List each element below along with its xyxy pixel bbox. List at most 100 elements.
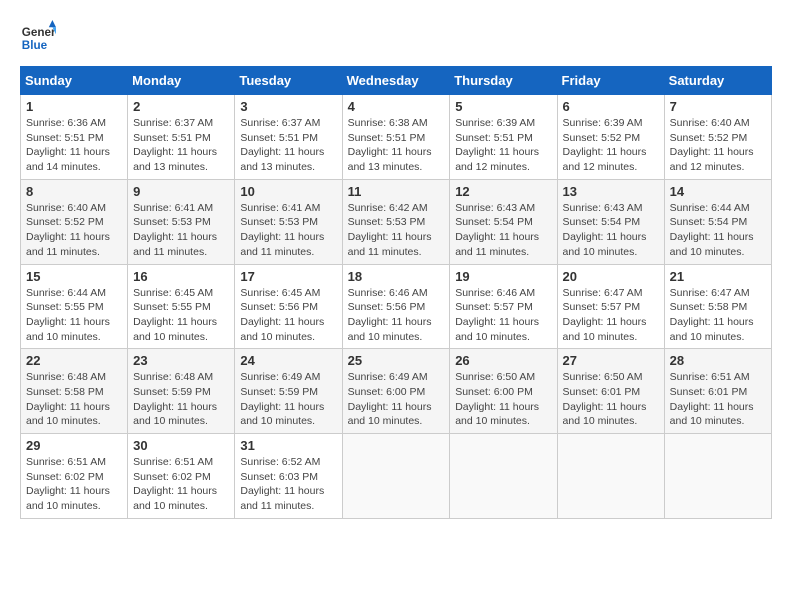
day-info: Sunrise: 6:46 AM Sunset: 5:56 PM Dayligh… [348,286,445,345]
day-info: Sunrise: 6:43 AM Sunset: 5:54 PM Dayligh… [563,201,659,260]
day-number: 18 [348,269,445,284]
calendar-week-3: 15 Sunrise: 6:44 AM Sunset: 5:55 PM Dayl… [21,264,772,349]
calendar-cell: 6 Sunrise: 6:39 AM Sunset: 5:52 PM Dayli… [557,95,664,180]
day-number: 15 [26,269,122,284]
logo: General Blue [20,20,56,56]
calendar-week-2: 8 Sunrise: 6:40 AM Sunset: 5:52 PM Dayli… [21,179,772,264]
day-number: 14 [670,184,766,199]
calendar-cell: 19 Sunrise: 6:46 AM Sunset: 5:57 PM Dayl… [450,264,557,349]
day-info: Sunrise: 6:49 AM Sunset: 6:00 PM Dayligh… [348,370,445,429]
day-info: Sunrise: 6:51 AM Sunset: 6:01 PM Dayligh… [670,370,766,429]
day-number: 16 [133,269,229,284]
calendar-cell: 22 Sunrise: 6:48 AM Sunset: 5:58 PM Dayl… [21,349,128,434]
calendar-cell: 1 Sunrise: 6:36 AM Sunset: 5:51 PM Dayli… [21,95,128,180]
day-number: 27 [563,353,659,368]
calendar-cell: 30 Sunrise: 6:51 AM Sunset: 6:02 PM Dayl… [128,434,235,519]
day-info: Sunrise: 6:36 AM Sunset: 5:51 PM Dayligh… [26,116,122,175]
logo-icon: General Blue [20,20,56,56]
calendar-week-5: 29 Sunrise: 6:51 AM Sunset: 6:02 PM Dayl… [21,434,772,519]
day-number: 26 [455,353,551,368]
day-number: 24 [240,353,336,368]
calendar-cell [557,434,664,519]
day-number: 13 [563,184,659,199]
day-info: Sunrise: 6:48 AM Sunset: 5:59 PM Dayligh… [133,370,229,429]
day-number: 1 [26,99,122,114]
day-info: Sunrise: 6:52 AM Sunset: 6:03 PM Dayligh… [240,455,336,514]
day-number: 11 [348,184,445,199]
calendar-cell: 31 Sunrise: 6:52 AM Sunset: 6:03 PM Dayl… [235,434,342,519]
day-info: Sunrise: 6:50 AM Sunset: 6:01 PM Dayligh… [563,370,659,429]
calendar-cell: 8 Sunrise: 6:40 AM Sunset: 5:52 PM Dayli… [21,179,128,264]
day-header-saturday: Saturday [664,67,771,95]
day-number: 21 [670,269,766,284]
day-number: 5 [455,99,551,114]
day-number: 6 [563,99,659,114]
day-number: 28 [670,353,766,368]
calendar-cell: 13 Sunrise: 6:43 AM Sunset: 5:54 PM Dayl… [557,179,664,264]
calendar-cell: 12 Sunrise: 6:43 AM Sunset: 5:54 PM Dayl… [450,179,557,264]
day-info: Sunrise: 6:42 AM Sunset: 5:53 PM Dayligh… [348,201,445,260]
day-header-tuesday: Tuesday [235,67,342,95]
day-info: Sunrise: 6:45 AM Sunset: 5:55 PM Dayligh… [133,286,229,345]
calendar-cell: 3 Sunrise: 6:37 AM Sunset: 5:51 PM Dayli… [235,95,342,180]
day-number: 7 [670,99,766,114]
day-number: 4 [348,99,445,114]
day-number: 22 [26,353,122,368]
day-number: 17 [240,269,336,284]
day-number: 20 [563,269,659,284]
calendar-week-4: 22 Sunrise: 6:48 AM Sunset: 5:58 PM Dayl… [21,349,772,434]
calendar-cell: 9 Sunrise: 6:41 AM Sunset: 5:53 PM Dayli… [128,179,235,264]
day-number: 19 [455,269,551,284]
calendar-cell: 15 Sunrise: 6:44 AM Sunset: 5:55 PM Dayl… [21,264,128,349]
day-info: Sunrise: 6:47 AM Sunset: 5:57 PM Dayligh… [563,286,659,345]
calendar-cell: 20 Sunrise: 6:47 AM Sunset: 5:57 PM Dayl… [557,264,664,349]
day-info: Sunrise: 6:41 AM Sunset: 5:53 PM Dayligh… [133,201,229,260]
calendar-cell: 27 Sunrise: 6:50 AM Sunset: 6:01 PM Dayl… [557,349,664,434]
svg-text:General: General [22,26,56,39]
day-info: Sunrise: 6:39 AM Sunset: 5:52 PM Dayligh… [563,116,659,175]
day-info: Sunrise: 6:46 AM Sunset: 5:57 PM Dayligh… [455,286,551,345]
day-number: 8 [26,184,122,199]
calendar-cell: 21 Sunrise: 6:47 AM Sunset: 5:58 PM Dayl… [664,264,771,349]
calendar-cell: 5 Sunrise: 6:39 AM Sunset: 5:51 PM Dayli… [450,95,557,180]
day-info: Sunrise: 6:43 AM Sunset: 5:54 PM Dayligh… [455,201,551,260]
day-info: Sunrise: 6:41 AM Sunset: 5:53 PM Dayligh… [240,201,336,260]
day-info: Sunrise: 6:47 AM Sunset: 5:58 PM Dayligh… [670,286,766,345]
day-info: Sunrise: 6:50 AM Sunset: 6:00 PM Dayligh… [455,370,551,429]
day-header-thursday: Thursday [450,67,557,95]
day-number: 31 [240,438,336,453]
calendar-cell: 18 Sunrise: 6:46 AM Sunset: 5:56 PM Dayl… [342,264,450,349]
calendar-cell: 11 Sunrise: 6:42 AM Sunset: 5:53 PM Dayl… [342,179,450,264]
calendar-cell: 7 Sunrise: 6:40 AM Sunset: 5:52 PM Dayli… [664,95,771,180]
calendar-table: SundayMondayTuesdayWednesdayThursdayFrid… [20,66,772,519]
calendar-cell: 17 Sunrise: 6:45 AM Sunset: 5:56 PM Dayl… [235,264,342,349]
day-info: Sunrise: 6:45 AM Sunset: 5:56 PM Dayligh… [240,286,336,345]
day-info: Sunrise: 6:44 AM Sunset: 5:55 PM Dayligh… [26,286,122,345]
day-number: 3 [240,99,336,114]
day-number: 12 [455,184,551,199]
svg-text:Blue: Blue [22,39,48,52]
calendar-cell: 10 Sunrise: 6:41 AM Sunset: 5:53 PM Dayl… [235,179,342,264]
day-info: Sunrise: 6:38 AM Sunset: 5:51 PM Dayligh… [348,116,445,175]
calendar-header-row: SundayMondayTuesdayWednesdayThursdayFrid… [21,67,772,95]
calendar-cell: 2 Sunrise: 6:37 AM Sunset: 5:51 PM Dayli… [128,95,235,180]
day-info: Sunrise: 6:40 AM Sunset: 5:52 PM Dayligh… [26,201,122,260]
calendar-cell: 16 Sunrise: 6:45 AM Sunset: 5:55 PM Dayl… [128,264,235,349]
day-info: Sunrise: 6:39 AM Sunset: 5:51 PM Dayligh… [455,116,551,175]
day-info: Sunrise: 6:44 AM Sunset: 5:54 PM Dayligh… [670,201,766,260]
day-info: Sunrise: 6:49 AM Sunset: 5:59 PM Dayligh… [240,370,336,429]
day-number: 25 [348,353,445,368]
page-header: General Blue [20,20,772,56]
calendar-cell: 29 Sunrise: 6:51 AM Sunset: 6:02 PM Dayl… [21,434,128,519]
day-header-friday: Friday [557,67,664,95]
day-info: Sunrise: 6:51 AM Sunset: 6:02 PM Dayligh… [26,455,122,514]
calendar-cell: 14 Sunrise: 6:44 AM Sunset: 5:54 PM Dayl… [664,179,771,264]
day-header-monday: Monday [128,67,235,95]
calendar-cell: 24 Sunrise: 6:49 AM Sunset: 5:59 PM Dayl… [235,349,342,434]
calendar-week-1: 1 Sunrise: 6:36 AM Sunset: 5:51 PM Dayli… [21,95,772,180]
day-info: Sunrise: 6:51 AM Sunset: 6:02 PM Dayligh… [133,455,229,514]
day-number: 10 [240,184,336,199]
day-number: 9 [133,184,229,199]
day-info: Sunrise: 6:37 AM Sunset: 5:51 PM Dayligh… [133,116,229,175]
calendar-cell [664,434,771,519]
